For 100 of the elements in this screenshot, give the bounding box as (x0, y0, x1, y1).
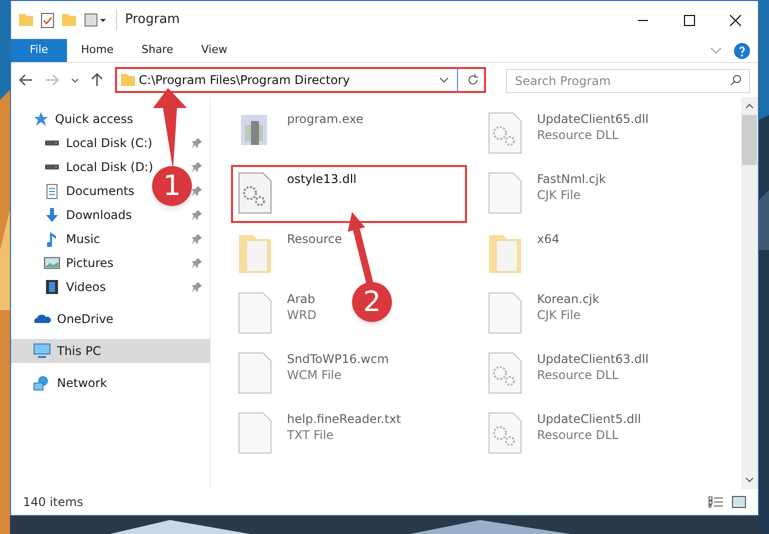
pin-icon[interactable] (192, 234, 202, 244)
file-item[interactable]: Arab WRD (231, 285, 326, 343)
download-arrow-icon (44, 207, 60, 223)
search-icon (730, 74, 742, 86)
sidebar-item[interactable]: Documents (11, 179, 151, 203)
file-item[interactable]: ostyle13.dll (231, 165, 467, 223)
ribbon-tab[interactable]: File (11, 39, 67, 62)
network-icon (33, 375, 51, 391)
sidebar-item[interactable]: Quick access (11, 107, 210, 131)
back-arrow-icon[interactable] (19, 74, 33, 86)
file-item[interactable]: program.exe (231, 105, 374, 163)
pin-icon[interactable] (192, 162, 202, 172)
file-name: UpdateClient5.dll (537, 411, 641, 427)
file-item[interactable]: UpdateClient63.dll Resource DLL (481, 345, 659, 403)
star-icon (33, 111, 49, 127)
ribbon-tab[interactable]: View (187, 39, 242, 62)
gear-file-icon (487, 411, 523, 455)
sidebar-item[interactable]: OneDrive (11, 307, 210, 331)
file-name: x64 (537, 231, 560, 247)
sidebar-item[interactable]: Network (11, 371, 210, 395)
file-name: UpdateClient65.dll (537, 111, 649, 127)
file-type: Resource DLL (537, 367, 620, 383)
music-note-icon (47, 231, 57, 247)
maximize-icon (684, 14, 694, 26)
ribbon-tab[interactable]: Home (67, 39, 128, 62)
file-item[interactable]: SndToWP16.wcm WCM File (231, 345, 399, 403)
up-arrow-icon[interactable] (90, 73, 103, 87)
file-name: UpdateClient63.dll (537, 351, 649, 367)
file-type: Resource DLL (537, 127, 620, 143)
file-type: CJK File (537, 187, 582, 203)
file-name: FastNml.cjk (537, 171, 606, 187)
drive-icon (44, 140, 60, 146)
file-type: TXT File (287, 427, 335, 443)
address-path: C:\Program Files\Program Directory (138, 72, 351, 89)
file-name: Arab (287, 291, 316, 307)
item-count: 140 items (23, 494, 84, 511)
address-bar[interactable]: C:\Program Files\Program Directory (114, 67, 486, 93)
folder-icon (19, 14, 33, 26)
sidebar-item[interactable]: This PC (11, 339, 210, 363)
file-name: ostyle13.dll (287, 171, 356, 187)
drive-icon (44, 164, 60, 170)
pin-icon[interactable] (192, 138, 202, 148)
folder-icon (120, 74, 135, 86)
file-item[interactable]: FastNml.cjk CJK File (481, 165, 616, 223)
file-icon (487, 291, 523, 335)
sidebar-item[interactable]: Videos (11, 275, 151, 299)
file-item[interactable]: Korean.cjk CJK File (481, 285, 610, 343)
sidebar-item[interactable]: Music (11, 227, 151, 251)
file-name: help.fineReader.txt (287, 411, 401, 427)
pin-icon[interactable] (192, 210, 202, 220)
expand-ribbon-icon[interactable] (710, 47, 722, 54)
close-icon (730, 14, 740, 26)
search-field[interactable]: Search Program (506, 68, 750, 92)
ribbon-tab[interactable]: Share (127, 39, 188, 62)
file-type: WCM File (287, 367, 342, 383)
recent-dropdown-icon[interactable] (70, 78, 79, 82)
file-type: WRD (287, 307, 316, 323)
file-icon (237, 351, 273, 395)
file-icon (237, 291, 273, 335)
file-item[interactable]: x64 (481, 225, 570, 283)
monitor-icon (33, 343, 51, 359)
sidebar-item[interactable]: Downloads (11, 203, 151, 227)
file-item[interactable]: UpdateClient65.dll Resource DLL (481, 105, 659, 163)
details-view-icon[interactable] (708, 496, 724, 508)
pin-icon[interactable] (192, 186, 202, 196)
new-folder-icon (62, 14, 76, 26)
scroll-down-icon[interactable] (745, 477, 754, 483)
file-name: Korean.cjk (537, 291, 600, 307)
file-item[interactable]: UpdateClient5.dll Resource DLL (481, 405, 651, 463)
pin-icon[interactable] (192, 258, 202, 268)
large-icons-view-icon[interactable] (732, 496, 746, 508)
file-item[interactable]: Resource (231, 225, 352, 283)
file-item[interactable]: help.fineReader.txt TXT File (231, 405, 411, 463)
gear-file-icon (487, 111, 523, 155)
file-name: program.exe (287, 111, 364, 127)
help-icon[interactable] (734, 42, 750, 58)
properties-icon (41, 12, 54, 28)
dropdown-caret-icon[interactable] (439, 77, 450, 83)
gear-file-icon (237, 171, 273, 215)
gear-file-icon (487, 351, 523, 395)
file-icon (487, 171, 523, 215)
scroll-up-icon[interactable] (745, 103, 754, 109)
scrollbar[interactable] (741, 97, 758, 489)
file-type: Resource DLL (537, 427, 620, 443)
scrollbar-thumb[interactable] (742, 115, 757, 165)
pin-icon[interactable] (192, 282, 202, 292)
file-icon (237, 411, 273, 455)
file-name: Resource (287, 231, 342, 247)
picture-icon (44, 257, 60, 269)
window-title: Program (116, 10, 612, 30)
cloud-icon (33, 314, 51, 324)
file-type: CJK File (537, 307, 582, 323)
file-name: SndToWP16.wcm (287, 351, 389, 367)
sidebar-item[interactable]: Local Disk (C:) (11, 131, 151, 155)
refresh-icon[interactable] (466, 73, 480, 87)
sidebar-item[interactable]: Local Disk (D:) (11, 155, 151, 179)
sidebar-item[interactable]: Pictures (11, 251, 151, 275)
film-icon (46, 279, 58, 295)
document-icon (46, 184, 58, 198)
customize-toolbar-icon[interactable] (84, 13, 108, 27)
